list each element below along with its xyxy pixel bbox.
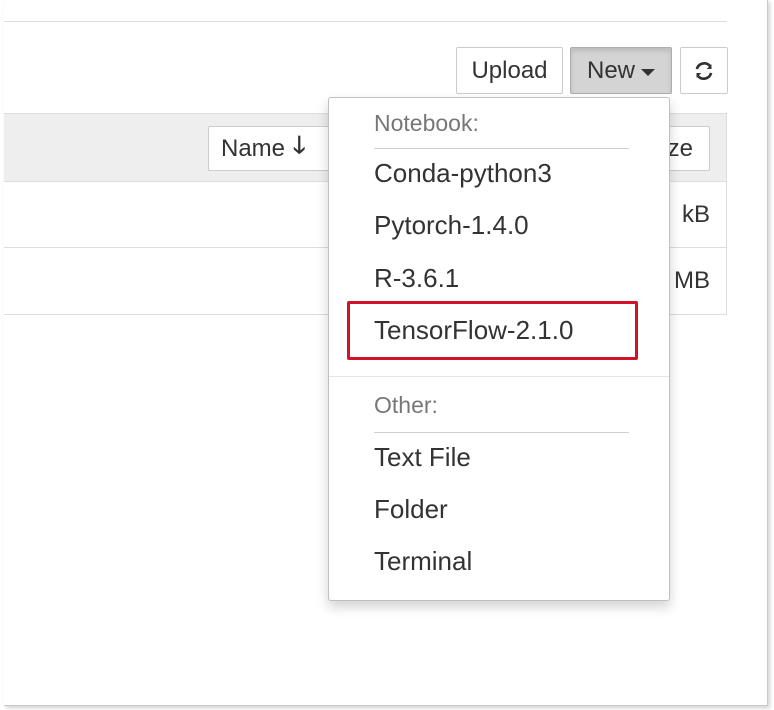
menu-item-tensorflow[interactable]: TensorFlow-2.1.0	[374, 315, 573, 346]
notebook-section-header: Notebook:	[374, 110, 479, 136]
menu-item-conda-python3[interactable]: Conda-python3	[374, 158, 552, 189]
notebook-section-divider	[374, 148, 629, 149]
new-dropdown-menu: Notebook: Conda-python3 Pytorch-1.4.0 R-…	[328, 97, 670, 601]
top-divider	[4, 21, 727, 22]
menu-item-text-file[interactable]: Text File	[374, 442, 471, 473]
other-section-divider	[374, 432, 629, 433]
sort-name-label: Name	[221, 134, 286, 162]
notebook-file-browser: Upload New Name 🡓 ze kB MB Notebook: Con…	[4, 0, 768, 706]
upload-button[interactable]: Upload	[456, 47, 563, 94]
arrow-down-icon: 🡓	[293, 132, 306, 159]
refresh-icon	[695, 61, 713, 80]
menu-item-r[interactable]: R-3.6.1	[374, 263, 459, 294]
sort-size-label: ze	[667, 134, 693, 162]
caret-down-icon	[641, 68, 655, 76]
menu-section-divider	[329, 376, 669, 377]
menu-item-terminal[interactable]: Terminal	[374, 546, 472, 577]
refresh-button[interactable]	[680, 47, 728, 94]
new-button-label: New	[586, 56, 635, 84]
file-size: MB	[674, 267, 710, 294]
file-size: kB	[681, 201, 710, 228]
new-dropdown-button[interactable]: New	[570, 47, 672, 94]
sort-by-name-button[interactable]: Name 🡓	[208, 126, 336, 171]
upload-button-label: Upload	[471, 56, 548, 84]
menu-item-pytorch[interactable]: Pytorch-1.4.0	[374, 210, 529, 241]
other-section-header: Other:	[374, 392, 438, 418]
menu-item-folder[interactable]: Folder	[374, 494, 448, 525]
